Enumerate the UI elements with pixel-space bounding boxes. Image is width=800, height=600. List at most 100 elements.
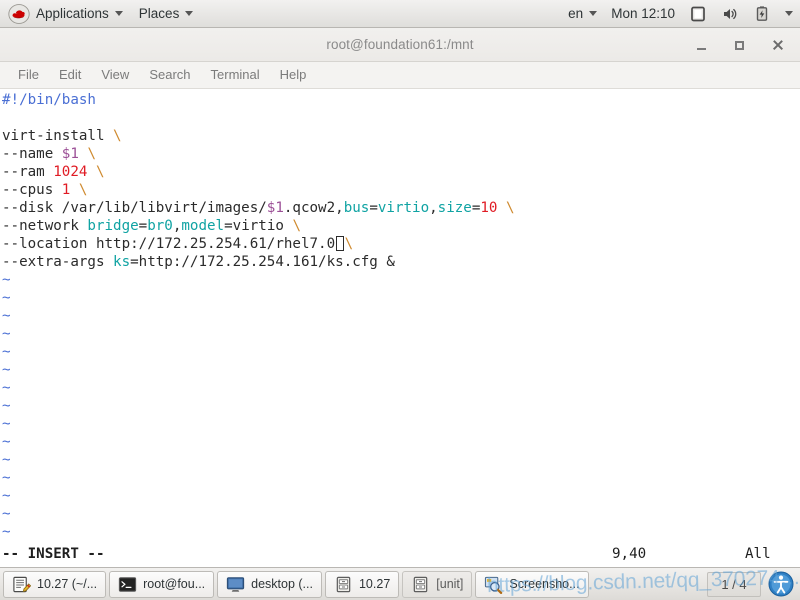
vim-filler-line: ~ (2, 308, 11, 325)
applications-menu-label: Applications (36, 6, 109, 21)
clock[interactable]: Mon 12:10 (604, 0, 682, 27)
menu-view[interactable]: View (91, 62, 139, 88)
terminal-content[interactable]: #!/bin/bash virt-install \ --name $1 \ --r… (0, 89, 800, 566)
monitor-icon (226, 575, 245, 594)
terminal-text: .qcow2, (283, 200, 344, 217)
window-controls (684, 28, 794, 62)
vim-filler-line: ~ (2, 362, 11, 379)
terminal-text: $1 (266, 200, 284, 217)
taskbar-item[interactable]: [unit] (402, 570, 473, 598)
battery-icon (753, 5, 771, 23)
terminal-text: =http://172.25.254.161/ks.cfg & (130, 254, 395, 271)
chevron-down-icon (185, 11, 194, 16)
terminal-line: --ram 1024 \ (2, 163, 800, 181)
vim-cursor-position: 9,40 (612, 546, 647, 562)
keyboard-layout-indicator[interactable]: en (561, 0, 604, 27)
taskbar: 10.27 (~/... root@fou... desktop (... 10.27… (0, 567, 800, 600)
places-menu[interactable]: Places (131, 0, 202, 27)
taskbar-item[interactable]: 10.27 (~/... (3, 570, 107, 598)
vim-filler-line: ~ (2, 344, 11, 361)
chevron-down-icon (589, 11, 598, 16)
chevron-down-icon (114, 11, 123, 16)
terminal-window: root@foundation61:/mnt File Edit View Se… (0, 28, 800, 567)
terminal-text: = (224, 218, 233, 235)
battery-indicator[interactable] (746, 0, 778, 27)
terminal-text: --location http://172.25.254.61/rhel7.0 (2, 236, 336, 253)
taskbar-item-label: root@fou... (143, 577, 206, 591)
terminal-line: --extra-args ks=http://172.25.254.161/ks… (2, 253, 800, 271)
terminal-line: --location http://172.25.254.61/rhel7.0 \ (2, 235, 800, 253)
terminal-text: virt-install (2, 128, 114, 145)
terminal-line: --name $1 \ (2, 145, 800, 163)
vim-filler-line: ~ (2, 290, 11, 307)
vim-filler-line: ~ (2, 506, 11, 523)
terminal-text: --extra-args (2, 254, 114, 271)
keyboard-layout-label: en (568, 6, 584, 21)
maximize-button[interactable] (722, 30, 756, 60)
menu-help[interactable]: Help (270, 62, 317, 88)
taskbar-item[interactable]: desktop (... (217, 570, 322, 598)
terminal-line: --cpus 1 \ (2, 181, 800, 199)
terminal-text: model (181, 218, 225, 235)
terminal-line: --network bridge=br0,model=virtio \ (2, 217, 800, 235)
taskbar-item[interactable]: 10.27 (324, 570, 400, 598)
vim-mode-indicator: -- INSERT -- (2, 546, 105, 562)
menu-search[interactable]: Search (139, 62, 200, 88)
terminal-text: size (437, 200, 472, 217)
text-editor-icon (12, 575, 31, 594)
menu-edit[interactable]: Edit (49, 62, 91, 88)
clock-label: Mon 12:10 (611, 6, 675, 21)
terminal-text: = (369, 200, 378, 217)
desktop-screen: Applications Places en Mon 12:10 root@fo… (0, 0, 800, 600)
terminal-text: \ (344, 236, 354, 253)
top-panel: Applications Places en Mon 12:10 (0, 0, 800, 28)
volume-icon (721, 5, 739, 23)
window-title: root@foundation61:/mnt (326, 37, 474, 52)
terminal-text: \ (292, 218, 301, 235)
maximize-icon (734, 40, 744, 50)
applications-menu[interactable]: Applications (0, 0, 131, 27)
vim-filler-line: ~ (2, 326, 11, 343)
menu-file[interactable]: File (8, 62, 49, 88)
workspace-switcher[interactable]: 1 / 4 (707, 571, 761, 597)
vim-filler-line: ~ (2, 488, 11, 505)
taskbar-item[interactable]: Screensho... (475, 570, 589, 598)
accessibility-icon[interactable] (768, 571, 797, 597)
system-menu-button[interactable] (778, 0, 800, 27)
taskbar-item[interactable]: root@fou... (109, 570, 215, 598)
terminal-text: br0 (147, 218, 173, 235)
minimize-button[interactable] (684, 30, 718, 60)
vim-status-line: -- INSERT -- 9,40 All (0, 546, 798, 566)
vim-filler-line: ~ (2, 416, 11, 433)
terminal-text: 10 (480, 200, 498, 217)
terminal-line: virt-install \ (2, 127, 800, 145)
terminal-text: virtio (232, 218, 284, 235)
menu-terminal[interactable]: Terminal (201, 62, 270, 88)
window-titlebar[interactable]: root@foundation61:/mnt (0, 28, 800, 62)
archive-icon (411, 575, 430, 594)
redhat-shadowman-icon (8, 3, 30, 24)
terminal-text: \ (87, 146, 96, 163)
vim-scroll-position: All (745, 546, 771, 562)
taskbar-item-label: desktop (... (251, 577, 313, 591)
terminal-text: \ (506, 200, 515, 217)
terminal-text: , (429, 200, 438, 217)
volume-indicator[interactable] (714, 0, 746, 27)
terminal-text: --network (2, 218, 88, 235)
terminal-text: 1024 (53, 164, 88, 181)
terminal-text: --ram (2, 164, 54, 181)
close-button[interactable] (760, 30, 794, 60)
places-menu-label: Places (138, 6, 180, 21)
terminal-text: \ (78, 182, 88, 199)
taskbar-item-label: [unit] (436, 577, 464, 591)
terminal-text: \ (113, 128, 122, 145)
display-indicator[interactable] (682, 0, 714, 27)
vim-filler-line: ~ (2, 380, 11, 397)
vim-filler-line: ~ (2, 434, 11, 451)
panel-status-area: en Mon 12:10 (561, 0, 800, 27)
terminal-text: --disk /var/lib/libvirt/images/ (2, 200, 267, 217)
vim-filler-line: ~ (2, 452, 11, 469)
